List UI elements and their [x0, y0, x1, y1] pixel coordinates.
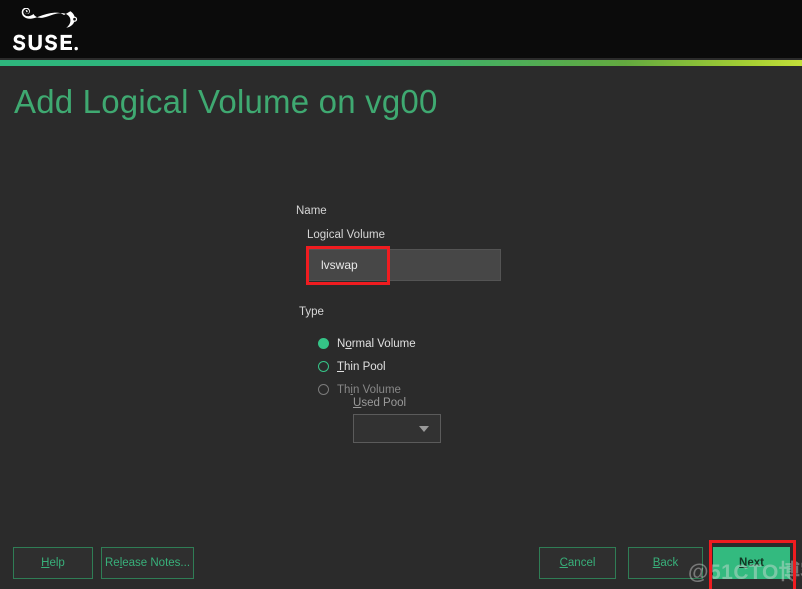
release-notes-button[interactable]: Re l ease Notes...: [101, 547, 194, 579]
radio-label-thin-pool: Thin Pool: [337, 360, 386, 373]
logical-volume-label: Logical Volume: [307, 229, 385, 241]
chevron-down-icon: [419, 425, 429, 432]
name-group-label: Name: [296, 205, 327, 217]
radio-normal-volume[interactable]: Normal Volume: [318, 332, 416, 355]
back-button[interactable]: Back: [628, 547, 703, 579]
radio-indicator-thin-volume: [318, 384, 329, 395]
type-group-label: Type: [299, 306, 324, 318]
suse-installer-screen: Add Logical Volume on vg00 Name Logical …: [0, 0, 802, 589]
form-area: Name Logical Volume: [296, 204, 596, 248]
page-title: Add Logical Volume on vg00: [14, 83, 438, 120]
help-button[interactable]: Help: [13, 547, 93, 579]
suse-logo: [12, 8, 96, 54]
cancel-button[interactable]: Cancel: [539, 547, 616, 579]
logical-volume-input[interactable]: lvswap: [307, 249, 501, 281]
used-pool-label: Used Pool: [353, 397, 407, 409]
radio-indicator-thin-pool: [318, 361, 329, 372]
header-bar: [0, 0, 802, 58]
next-button[interactable]: Next: [713, 547, 790, 579]
radio-label-normal-volume: Normal Volume: [337, 337, 416, 350]
used-pool-select[interactable]: [353, 414, 441, 443]
radio-label-thin-volume: Thin Volume: [337, 383, 401, 396]
radio-thin-pool[interactable]: Thin Pool: [318, 355, 416, 378]
logical-volume-input-value: lvswap: [321, 258, 358, 272]
type-radio-group: Normal Volume Thin Pool Thin Volume: [318, 332, 416, 401]
radio-indicator-normal-volume: [318, 338, 329, 349]
accent-gradient-bar: [0, 60, 802, 66]
